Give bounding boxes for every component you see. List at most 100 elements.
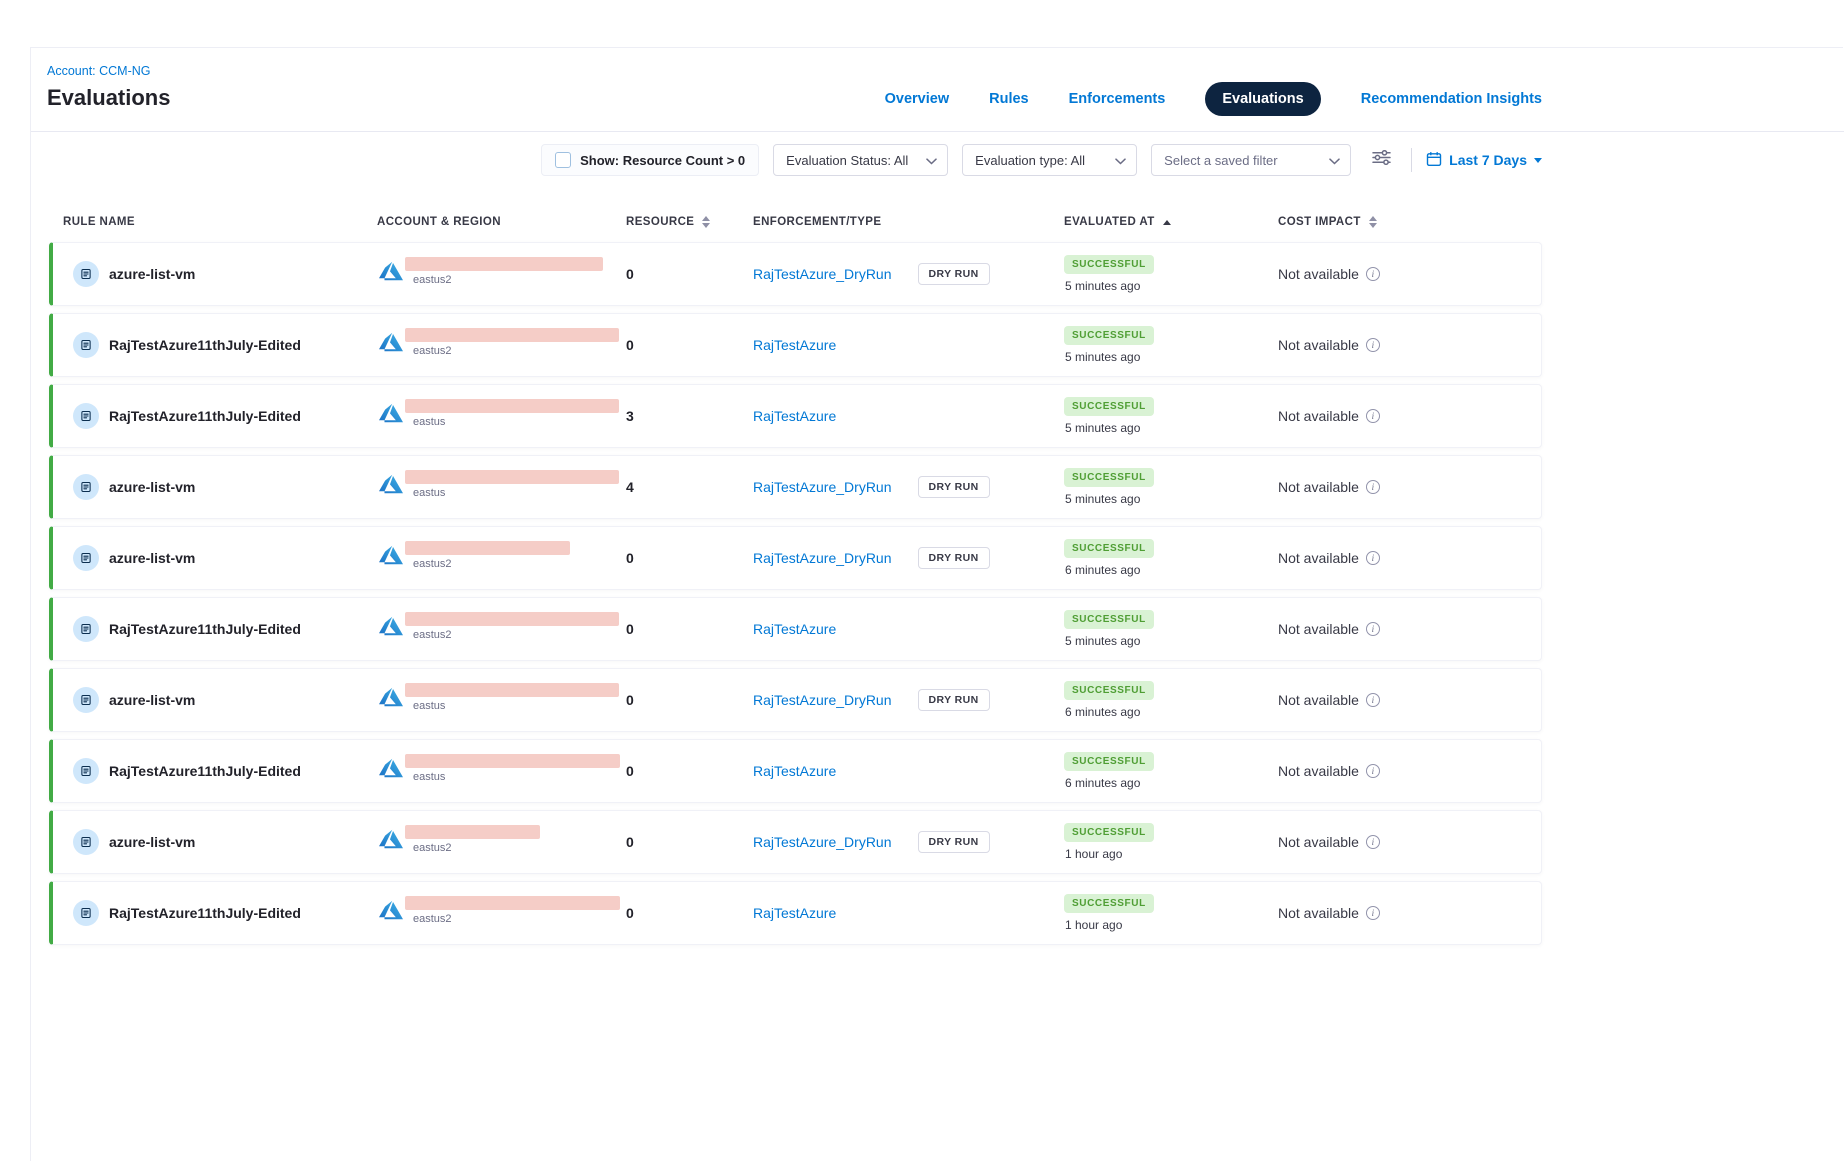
cost-impact-value: Not available bbox=[1278, 266, 1359, 282]
info-icon[interactable]: i bbox=[1366, 764, 1380, 778]
rule-cell: RajTestAzure11thJuly-Edited bbox=[73, 403, 379, 429]
table-row[interactable]: RajTestAzure11thJuly-Edited eastus2 0 bbox=[49, 313, 1542, 377]
cost-impact-cell: Not available i bbox=[1278, 479, 1541, 495]
enforcement-link[interactable]: RajTestAzure bbox=[753, 763, 836, 779]
dry-run-badge: DRY RUN bbox=[918, 263, 990, 285]
region-label: eastus bbox=[413, 700, 619, 712]
column-header-enforcement-type[interactable]: ENFORCEMENT/TYPE bbox=[753, 216, 1064, 228]
table-row[interactable]: azure-list-vm eastus 4 RajTestAzu bbox=[49, 455, 1542, 519]
enforcement-link[interactable]: RajTestAzure_DryRun bbox=[753, 550, 892, 566]
rule-name: azure-list-vm bbox=[109, 266, 195, 282]
table-row[interactable]: azure-list-vm eastus 0 RajTestAzu bbox=[49, 668, 1542, 732]
column-header-resource[interactable]: RESOURCE bbox=[626, 216, 753, 228]
filter-bar-divider bbox=[1411, 148, 1412, 172]
column-header-account-region[interactable]: ACCOUNT & REGION bbox=[377, 216, 626, 228]
sort-icon[interactable] bbox=[1369, 216, 1377, 228]
nav-tab-rules[interactable]: Rules bbox=[989, 91, 1029, 107]
resource-count: 0 bbox=[626, 337, 753, 353]
redacted-account-name bbox=[405, 896, 620, 910]
table-row[interactable]: RajTestAzure11thJuly-Edited eastus 0 bbox=[49, 739, 1542, 803]
evaluation-type-value: Evaluation type: All bbox=[975, 153, 1085, 168]
table-row[interactable]: azure-list-vm eastus2 0 RajTestAz bbox=[49, 810, 1542, 874]
rule-avatar-icon bbox=[73, 332, 99, 358]
resource-count-filter[interactable]: Show: Resource Count > 0 bbox=[541, 144, 759, 176]
rule-name: RajTestAzure11thJuly-Edited bbox=[109, 763, 301, 779]
rule-name: RajTestAzure11thJuly-Edited bbox=[109, 408, 301, 424]
nav-tab-overview[interactable]: Overview bbox=[885, 91, 950, 107]
dry-run-badge: DRY RUN bbox=[918, 476, 990, 498]
filter-settings-button[interactable] bbox=[1365, 144, 1397, 176]
sort-asc-icon[interactable] bbox=[1163, 220, 1171, 225]
date-range-picker[interactable]: Last 7 Days bbox=[1426, 151, 1542, 170]
evaluated-time: 5 minutes ago bbox=[1065, 634, 1140, 648]
evaluated-cell: SUCCESSFUL 5 minutes ago bbox=[1064, 610, 1278, 648]
info-icon[interactable]: i bbox=[1366, 906, 1380, 920]
account-breadcrumb[interactable]: Account: CCM-NG bbox=[47, 64, 170, 78]
redacted-account-name bbox=[405, 825, 540, 839]
main-panel: Account: CCM-NG Evaluations Overview Rule… bbox=[30, 47, 1843, 1161]
info-icon[interactable]: i bbox=[1366, 551, 1380, 565]
info-icon[interactable]: i bbox=[1366, 693, 1380, 707]
evaluation-status-dropdown[interactable]: Evaluation Status: All bbox=[773, 144, 948, 176]
info-icon[interactable]: i bbox=[1366, 835, 1380, 849]
evaluated-time: 5 minutes ago bbox=[1065, 421, 1140, 435]
table-row[interactable]: azure-list-vm eastus2 0 RajTestAz bbox=[49, 242, 1542, 306]
sort-icon[interactable] bbox=[702, 216, 710, 228]
info-icon[interactable]: i bbox=[1366, 338, 1380, 352]
account-region-cell: eastus2 bbox=[379, 618, 626, 641]
account-region-cell: eastus bbox=[379, 476, 626, 499]
azure-logo-icon bbox=[379, 472, 403, 496]
cost-impact-value: Not available bbox=[1278, 763, 1359, 779]
column-label: RULE NAME bbox=[63, 216, 135, 228]
evaluated-cell: SUCCESSFUL 6 minutes ago bbox=[1064, 539, 1278, 577]
resource-count-checkbox[interactable] bbox=[555, 152, 571, 168]
table-row[interactable]: RajTestAzure11thJuly-Edited eastus2 0 bbox=[49, 881, 1542, 945]
region-label: eastus2 bbox=[413, 558, 570, 570]
azure-logo-icon bbox=[379, 756, 403, 780]
account-info: eastus2 bbox=[405, 257, 603, 286]
info-icon[interactable]: i bbox=[1366, 409, 1380, 423]
rule-name: azure-list-vm bbox=[109, 550, 195, 566]
enforcement-cell: RajTestAzure bbox=[753, 337, 1064, 353]
enforcement-link[interactable]: RajTestAzure bbox=[753, 408, 836, 424]
column-label: ACCOUNT & REGION bbox=[377, 216, 501, 228]
table-row[interactable]: RajTestAzure11thJuly-Edited eastus2 0 bbox=[49, 597, 1542, 661]
enforcement-cell: RajTestAzure_DryRun DRY RUN bbox=[753, 689, 1064, 711]
status-badge: SUCCESSFUL bbox=[1064, 397, 1154, 416]
enforcement-link[interactable]: RajTestAzure_DryRun bbox=[753, 479, 892, 495]
column-header-cost-impact[interactable]: COST IMPACT bbox=[1278, 216, 1542, 228]
evaluated-time: 6 minutes ago bbox=[1065, 705, 1140, 719]
resource-count: 0 bbox=[626, 266, 753, 282]
cost-impact-cell: Not available i bbox=[1278, 621, 1541, 637]
status-badge: SUCCESSFUL bbox=[1064, 326, 1154, 345]
cost-impact-cell: Not available i bbox=[1278, 266, 1541, 282]
table-row[interactable]: RajTestAzure11thJuly-Edited eastus 3 bbox=[49, 384, 1542, 448]
enforcement-link[interactable]: RajTestAzure bbox=[753, 621, 836, 637]
rule-name: azure-list-vm bbox=[109, 834, 195, 850]
info-icon[interactable]: i bbox=[1366, 267, 1380, 281]
account-region-cell: eastus bbox=[379, 760, 626, 783]
page-title: Evaluations bbox=[47, 85, 170, 111]
enforcement-link[interactable]: RajTestAzure_DryRun bbox=[753, 266, 892, 282]
date-range-value: Last 7 Days bbox=[1449, 152, 1527, 168]
info-icon[interactable]: i bbox=[1366, 622, 1380, 636]
cost-impact-value: Not available bbox=[1278, 408, 1359, 424]
nav-tab-enforcements[interactable]: Enforcements bbox=[1069, 91, 1166, 107]
enforcement-link[interactable]: RajTestAzure bbox=[753, 337, 836, 353]
nav-tab-evaluations[interactable]: Evaluations bbox=[1205, 82, 1320, 116]
azure-logo-icon bbox=[379, 685, 403, 709]
info-icon[interactable]: i bbox=[1366, 480, 1380, 494]
nav-tab-recommendation-insights[interactable]: Recommendation Insights bbox=[1361, 91, 1542, 107]
enforcement-cell: RajTestAzure bbox=[753, 408, 1064, 424]
enforcement-link[interactable]: RajTestAzure_DryRun bbox=[753, 692, 892, 708]
column-header-rule-name[interactable]: RULE NAME bbox=[63, 216, 377, 228]
evaluated-time: 1 hour ago bbox=[1065, 918, 1122, 932]
enforcement-link[interactable]: RajTestAzure_DryRun bbox=[753, 834, 892, 850]
table-row[interactable]: azure-list-vm eastus2 0 RajTestAz bbox=[49, 526, 1542, 590]
enforcement-link[interactable]: RajTestAzure bbox=[753, 905, 836, 921]
evaluation-type-dropdown[interactable]: Evaluation type: All bbox=[962, 144, 1137, 176]
column-header-evaluated-at[interactable]: EVALUATED AT bbox=[1064, 216, 1278, 228]
account-region-cell: eastus bbox=[379, 405, 626, 428]
cost-impact-cell: Not available i bbox=[1278, 550, 1541, 566]
saved-filter-dropdown[interactable]: Select a saved filter bbox=[1151, 144, 1351, 176]
